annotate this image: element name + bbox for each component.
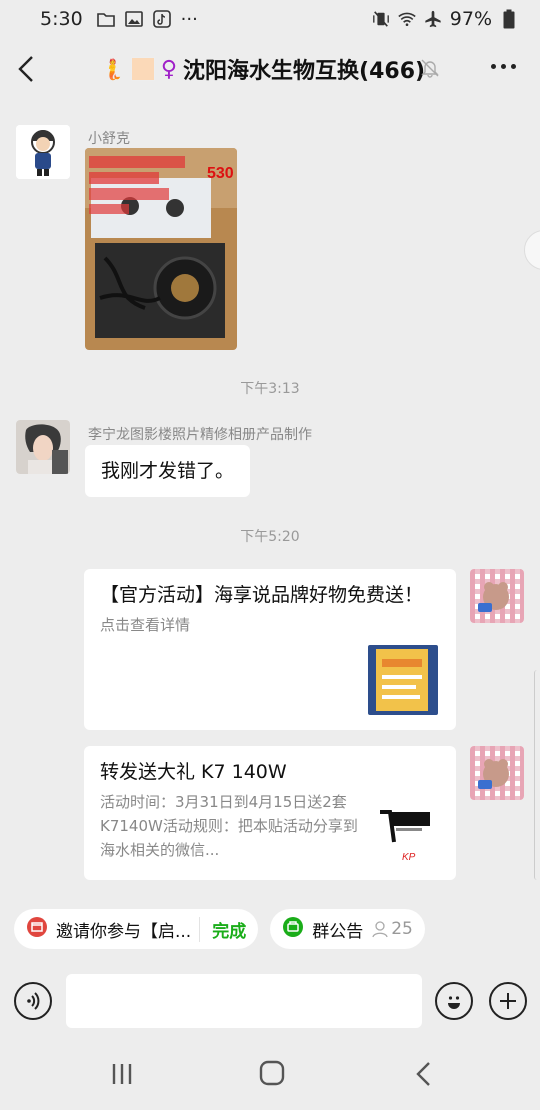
chat-messages[interactable]: 小舒克 530 下午3:13 李宁龙图影楼照片精修相册产品制作 我刚才发错了。 … (0, 100, 540, 896)
home-icon[interactable] (259, 1060, 285, 1090)
status-bar: 5:30 ··· 97% (0, 0, 540, 38)
link-card[interactable]: 【官方活动】海享说品牌好物免费送！ 点击查看详情 (84, 569, 456, 730)
airplane-icon (424, 10, 442, 28)
invite-text: 邀请你参与【启... (56, 921, 192, 942)
sender-name: 李宁龙图影楼照片精修相册产品制作 (88, 427, 312, 443)
more-notifications-icon: ··· (180, 8, 198, 30)
sender-name: 小舒克 (88, 131, 130, 147)
peach-square-emoji (130, 57, 155, 81)
link-card-desc: 点击查看详情 (100, 616, 191, 634)
avatar[interactable] (16, 125, 70, 179)
timestamp: 下午5:20 (240, 529, 300, 545)
link-card-thumbnail (368, 645, 438, 715)
battery-percent: 97% (449, 8, 492, 30)
tiktok-icon (152, 10, 171, 28)
announcement-text: 群公告 (312, 921, 364, 942)
invite-pill[interactable]: 邀请你参与【启... 完成 (14, 909, 259, 949)
side-panel-handle[interactable] (534, 670, 540, 880)
back-arrow-icon[interactable] (16, 54, 40, 84)
image-message[interactable]: 530 (85, 148, 237, 350)
wifi-icon (398, 10, 416, 28)
chat-tips-bar: 邀请你参与【启... 完成 群公告 25 (0, 896, 540, 962)
link-card-thumbnail: KP (372, 802, 442, 872)
female-sign-icon: ♀ (160, 56, 178, 82)
announcement-icon (282, 916, 304, 943)
text-message[interactable]: 我刚才发错了。 (85, 445, 251, 497)
plus-icon[interactable] (489, 982, 527, 1020)
muted-bell-icon (420, 58, 442, 80)
chat-title[interactable]: 🧜 ♀ 沈阳海水生物互换(466) (100, 53, 425, 85)
avatar[interactable] (16, 420, 70, 474)
image-overlay-price: 530 (207, 165, 234, 182)
link-card[interactable]: 转发送大礼 K7 140W 活动时间：3月31日到4月15日送2套K7140W活… (84, 746, 456, 880)
status-notification-icons: ··· (96, 8, 198, 30)
link-card-title: 转发送大礼 K7 140W (100, 761, 287, 783)
avatar-self[interactable] (470, 746, 524, 800)
status-right: 97% (372, 8, 518, 30)
vibrate-mute-icon (372, 10, 390, 28)
chat-header: 🧜 ♀ 沈阳海水生物互换(466) (0, 38, 540, 100)
message-input[interactable] (66, 974, 422, 1028)
avatar-self[interactable] (470, 569, 524, 623)
more-options-icon[interactable] (491, 64, 516, 69)
emoji-icon[interactable] (435, 982, 473, 1020)
announcement-pill[interactable]: 群公告 25 (270, 909, 425, 949)
chat-title-text: 沈阳海水生物互换(466) (183, 59, 426, 84)
input-bar (0, 962, 540, 1038)
floating-window-handle[interactable] (524, 230, 540, 270)
link-card-desc: 活动时间：3月31日到4月15日送2套K7140W活动规则：把本贴活动分享到海水… (100, 793, 358, 859)
svg-text:KP: KP (402, 852, 416, 863)
folder-icon (96, 10, 115, 28)
back-nav-icon[interactable] (414, 1060, 434, 1092)
voice-icon[interactable] (14, 982, 52, 1020)
invite-done-button[interactable]: 完成 (199, 916, 246, 942)
status-time: 5:30 (40, 8, 83, 30)
invite-icon (26, 916, 48, 943)
person-icon (372, 921, 388, 938)
member-count: 25 (371, 919, 413, 939)
link-card-title: 【官方活动】海享说品牌好物免费送！ (100, 584, 424, 606)
recent-apps-icon[interactable] (110, 1062, 134, 1090)
gallery-icon (124, 10, 143, 28)
system-nav-bar (0, 1038, 540, 1110)
battery-icon (500, 9, 518, 29)
mermaid-emoji: 🧜 (100, 57, 125, 81)
timestamp: 下午3:13 (240, 381, 300, 397)
